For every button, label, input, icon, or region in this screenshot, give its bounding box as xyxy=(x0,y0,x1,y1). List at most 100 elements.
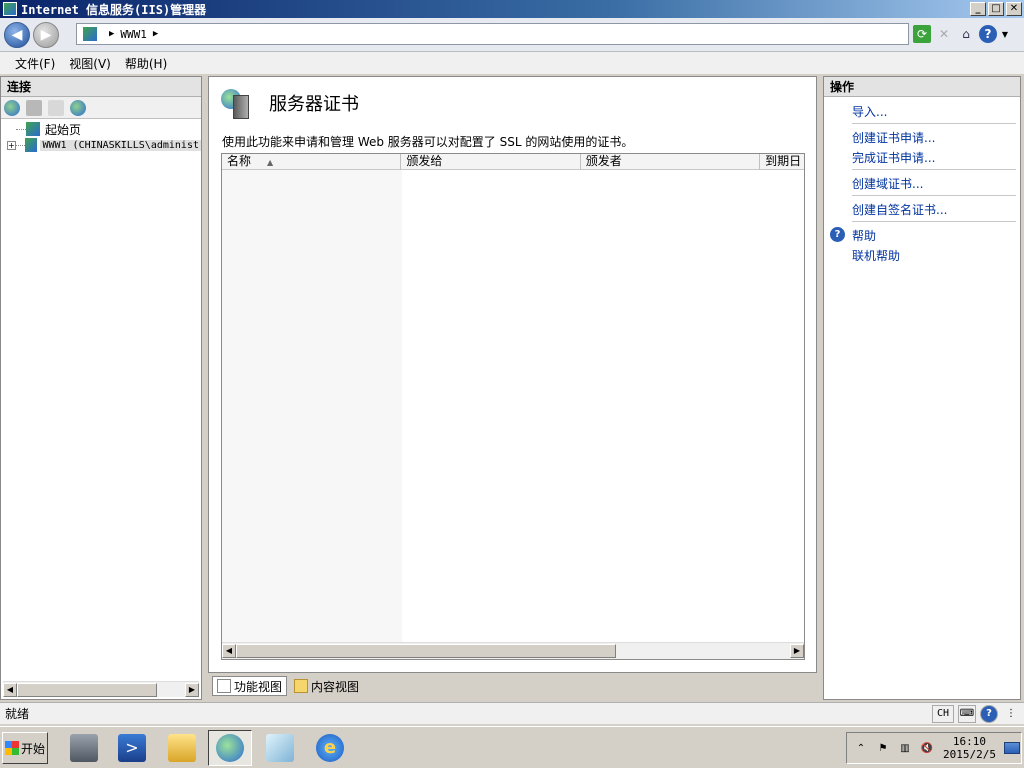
server-icon xyxy=(83,27,97,41)
connections-horizontal-scrollbar[interactable]: ◀ ▶ xyxy=(3,681,199,697)
help-icon: ? xyxy=(830,227,845,242)
connections-header: 连接 xyxy=(1,77,201,97)
flag-icon[interactable]: ⚑ xyxy=(875,740,891,756)
scroll-left-button[interactable]: ◀ xyxy=(222,644,236,658)
action-import[interactable]: 导入... xyxy=(824,101,1020,121)
taskbar-internet-explorer[interactable]: e xyxy=(308,730,352,766)
actions-pane: 操作 导入... 创建证书申请... 完成证书申请... 创建域证书... 创建… xyxy=(823,76,1021,700)
column-header-issued-by[interactable]: 颁发者 xyxy=(581,154,761,170)
network-icon[interactable]: ▥ xyxy=(897,740,913,756)
show-desktop-button[interactable] xyxy=(1003,742,1020,754)
menu-view[interactable]: 视图(V) xyxy=(62,55,118,72)
breadcrumb-separator[interactable]: ▶ xyxy=(153,29,158,39)
taskbar-notepad[interactable] xyxy=(258,730,302,766)
taskbar-server-manager[interactable] xyxy=(62,730,106,766)
action-help[interactable]: ? 帮助 xyxy=(824,225,1020,245)
tree-item-server[interactable]: + WWW1 (CHINASKILLS\administ xyxy=(1,137,201,153)
expand-icon[interactable]: + xyxy=(7,140,16,150)
scroll-thumb[interactable] xyxy=(236,644,616,658)
breadcrumb-www1[interactable]: WWW1 xyxy=(120,28,147,41)
divider xyxy=(852,195,1016,196)
stop-icon[interactable]: ✕ xyxy=(935,25,953,43)
server-certificates-icon xyxy=(221,87,253,119)
window-title: Internet 信息服务(IIS)管理器 xyxy=(21,2,207,17)
minimize-button[interactable]: _ xyxy=(970,2,986,16)
language-indicator[interactable]: CH xyxy=(931,704,954,723)
maximize-button[interactable]: □ xyxy=(988,2,1004,16)
scroll-thumb[interactable] xyxy=(17,682,157,697)
list-header: 名称 ▲ 颁发给 颁发者 到期日 xyxy=(222,154,804,170)
connections-toolbar xyxy=(1,97,201,119)
up-level-icon[interactable] xyxy=(48,99,64,116)
sorted-column-highlight xyxy=(222,170,402,642)
feature-description: 使用此功能来申请和管理 Web 服务器可以对配置了 SSL 的网站使用的证书。 xyxy=(222,135,634,149)
start-button[interactable]: 开始 xyxy=(2,732,48,764)
action-create-self-signed-certificate[interactable]: 创建自签名证书... xyxy=(824,199,1020,219)
clock[interactable]: 16:10 2015/2/5 xyxy=(943,735,996,761)
list-body[interactable] xyxy=(222,170,804,642)
tree-item-start-page[interactable]: 起始页 xyxy=(1,121,201,137)
view-switcher: 功能视图 内容视图 xyxy=(212,676,364,696)
column-header-name[interactable]: 名称 ▲ xyxy=(222,154,402,170)
window-controls: _ □ ✕ xyxy=(970,2,1022,16)
help-icon[interactable]: ? xyxy=(979,25,997,43)
forward-button[interactable]: ▶ xyxy=(33,22,59,48)
status-text: 就绪 xyxy=(5,707,30,721)
iis-app-icon xyxy=(3,2,17,16)
refresh-icon[interactable]: ⟳ xyxy=(913,25,931,43)
action-create-certificate-request[interactable]: 创建证书申请... xyxy=(824,127,1020,147)
menu-help[interactable]: 帮助(H) xyxy=(118,55,174,72)
column-header-expiration[interactable]: 到期日 xyxy=(760,154,804,170)
options-icon[interactable]: ⋮ xyxy=(1002,705,1020,723)
feature-pane: 服务器证书 使用此功能来申请和管理 Web 服务器可以对配置了 SSL 的网站使… xyxy=(208,76,817,673)
show-hidden-icons[interactable]: ⌃ xyxy=(853,740,869,756)
close-button[interactable]: ✕ xyxy=(1006,2,1022,16)
taskbar-explorer[interactable] xyxy=(160,730,204,766)
tree-item-label[interactable]: WWW1 (CHINASKILLS\administ xyxy=(40,139,201,151)
delete-connection-icon[interactable] xyxy=(70,99,86,116)
tab-features-view[interactable]: 功能视图 xyxy=(212,676,288,696)
windows-logo-icon xyxy=(4,741,19,755)
action-create-domain-certificate[interactable]: 创建域证书... xyxy=(824,173,1020,193)
action-complete-certificate-request[interactable]: 完成证书申请... xyxy=(824,147,1020,167)
certificates-list[interactable]: 名称 ▲ 颁发给 颁发者 到期日 ◀ ▶ xyxy=(221,153,805,660)
save-icon[interactable] xyxy=(26,99,42,116)
connections-tree: 起始页 + WWW1 (CHINASKILLS\administ xyxy=(1,119,201,153)
list-horizontal-scrollbar[interactable]: ◀ ▶ xyxy=(222,642,804,659)
home-icon[interactable]: ⌂ xyxy=(957,25,975,43)
breadcrumb-separator: ▶ xyxy=(109,29,115,39)
back-button[interactable]: ◀ xyxy=(4,22,30,48)
menu-file[interactable]: 文件(F) xyxy=(8,55,62,72)
clock-time: 16:10 xyxy=(952,735,987,748)
action-online-help[interactable]: 联机帮助 xyxy=(824,245,1020,265)
taskbar-iis-manager[interactable] xyxy=(208,730,252,766)
tab-content-view[interactable]: 内容视图 xyxy=(289,676,364,696)
start-page-icon xyxy=(26,122,40,136)
status-bar: 就绪 CH ⌨ ? ⋮ xyxy=(0,702,1024,724)
scroll-right-button[interactable]: ▶ xyxy=(185,682,199,697)
scroll-left-button[interactable]: ◀ xyxy=(3,682,17,697)
keyboard-icon[interactable]: ⌨ xyxy=(958,704,976,723)
scroll-right-button[interactable]: ▶ xyxy=(790,644,804,658)
volume-muted-icon[interactable]: 🔇 xyxy=(919,740,935,756)
notepad-icon xyxy=(266,734,294,762)
system-tray: ⌃ ⚑ ▥ 🔇 16:10 2015/2/5 xyxy=(846,732,1022,764)
actions-list: 导入... 创建证书申请... 完成证书申请... 创建域证书... 创建自签名… xyxy=(824,97,1020,265)
navigation-bar: ◀ ▶ ▶ WWW1 ▶ ⟳ ✕ ⌂ ? ▼ xyxy=(0,18,1024,52)
clock-date: 2015/2/5 xyxy=(943,748,996,761)
menu-bar: 文件(F) 视图(V) 帮助(H) xyxy=(0,52,1024,74)
column-header-issued-to[interactable]: 颁发给 xyxy=(401,154,581,170)
help-icon[interactable]: ? xyxy=(980,704,998,723)
divider xyxy=(852,221,1016,222)
sort-ascending-icon: ▲ xyxy=(267,158,274,167)
features-view-icon xyxy=(217,679,231,693)
taskbar-powershell[interactable]: > xyxy=(110,730,154,766)
divider xyxy=(852,169,1016,170)
help-dropdown-icon[interactable]: ▼ xyxy=(1001,25,1009,43)
address-bar[interactable]: ▶ WWW1 ▶ xyxy=(76,23,909,45)
server-manager-icon xyxy=(70,734,98,762)
actions-header: 操作 xyxy=(824,77,1020,97)
tree-item-label[interactable]: 起始页 xyxy=(43,121,83,138)
create-connection-icon[interactable] xyxy=(4,99,20,116)
content-view-icon xyxy=(294,679,309,693)
